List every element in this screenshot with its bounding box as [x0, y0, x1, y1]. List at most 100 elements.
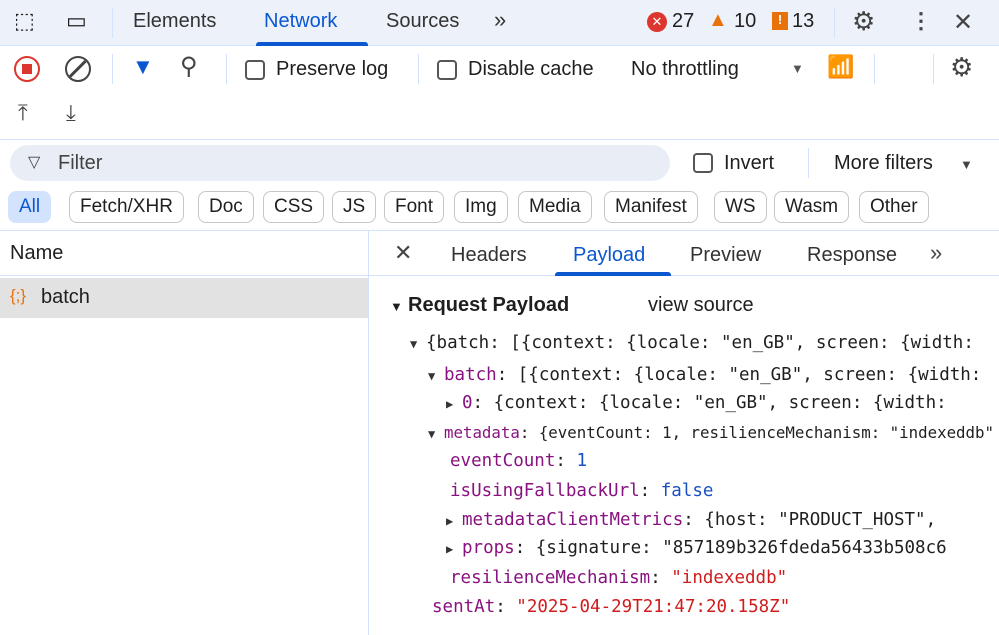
more-filters-button[interactable]: More filters: [834, 152, 933, 175]
filter-chip-img[interactable]: Img: [454, 191, 508, 223]
tree-key: batch: [444, 365, 497, 385]
invert-checkbox[interactable]: [693, 153, 713, 173]
view-source-link[interactable]: view source: [648, 294, 754, 317]
divider: [112, 8, 113, 38]
expanded-triangle-icon[interactable]: ▼: [410, 337, 426, 351]
request-payload-title[interactable]: Request Payload: [408, 294, 569, 317]
filter-chip-ws[interactable]: WS: [714, 191, 767, 223]
filter-placeholder: Filter: [58, 152, 103, 174]
tree-key: 0: [462, 393, 473, 413]
tree-key: metadata: [444, 423, 520, 442]
pane-divider[interactable]: [368, 230, 369, 635]
search-icon[interactable]: ⚲: [180, 52, 198, 81]
tree-node[interactable]: ▼ batch: [{context: {locale: "en_GB", scr…: [428, 365, 981, 385]
tree-value: {signature: "857189b326fdeda56433b508c6: [535, 538, 947, 558]
collapsed-triangle-icon[interactable]: ▶: [446, 514, 462, 528]
tree-node[interactable]: ▼ metadata: {eventCount: 1, resilienceMec…: [428, 423, 994, 442]
disable-cache-label[interactable]: Disable cache: [468, 58, 594, 81]
error-count[interactable]: 27: [672, 10, 694, 33]
tree-key: resilienceMechanism: [450, 568, 651, 588]
filter-input[interactable]: ▽ Filter: [10, 145, 670, 181]
tree-value: {host: "PRODUCT_HOST",: [704, 510, 937, 530]
tab-preview[interactable]: Preview: [690, 244, 761, 267]
tree-node[interactable]: ▼ {batch: [{context: {locale: "en_GB", sc…: [410, 333, 974, 353]
warning-count[interactable]: 10: [734, 10, 756, 33]
collapsed-triangle-icon[interactable]: ▶: [446, 397, 462, 411]
preserve-log-label[interactable]: Preserve log: [276, 58, 388, 81]
filter-chip-media[interactable]: Media: [518, 191, 592, 223]
divider: [874, 54, 875, 84]
column-name-header[interactable]: Name: [10, 242, 63, 265]
filter-chip-manifest[interactable]: Manifest: [604, 191, 698, 223]
devtools-tabbar: ⬚ ▭ Elements Network Sources » ✕ 27 ▲ 10…: [0, 0, 999, 46]
issue-count[interactable]: 13: [792, 10, 814, 33]
expanded-triangle-icon[interactable]: ▼: [428, 369, 444, 383]
import-har-icon[interactable]: ⤒: [18, 100, 28, 126]
collapse-section-icon[interactable]: ▼: [390, 299, 403, 314]
error-icon[interactable]: ✕: [647, 12, 667, 32]
table-row[interactable]: {;} batch: [0, 278, 368, 318]
tab-payload[interactable]: Payload: [573, 244, 645, 267]
more-detail-tabs-icon[interactable]: »: [930, 240, 942, 266]
export-har-icon[interactable]: ⤓: [66, 100, 76, 126]
network-toolbar: ▼ ⚲ Preserve log Disable cache No thrott…: [0, 46, 999, 140]
preserve-log-checkbox[interactable]: [245, 60, 265, 80]
tab-headers[interactable]: Headers: [451, 244, 527, 267]
tree-node[interactable]: ▶ 0: {context: {locale: "en_GB", screen: …: [446, 393, 947, 413]
tree-value: {batch: [{context: {locale: "en_GB", scr…: [426, 333, 974, 353]
warning-icon[interactable]: ▲: [708, 9, 728, 32]
divider: [226, 54, 227, 84]
device-toolbar-icon[interactable]: ▭: [66, 8, 87, 34]
filter-chip-other[interactable]: Other: [859, 191, 929, 223]
filter-chip-all[interactable]: All: [8, 191, 52, 223]
filter-chip-wasm[interactable]: Wasm: [774, 191, 850, 223]
issue-icon[interactable]: !: [772, 12, 788, 30]
filter-chip-fetchxhr[interactable]: Fetch/XHR: [69, 191, 184, 223]
tree-value: {eventCount: 1, resilienceMechanism: "in…: [538, 423, 994, 442]
throttling-select[interactable]: No throttling: [631, 58, 739, 81]
more-options-icon[interactable]: ⋮: [910, 8, 932, 34]
filter-chip-font[interactable]: Font: [384, 191, 445, 223]
filter-chip-js[interactable]: JS: [332, 191, 377, 223]
network-conditions-icon[interactable]: 📶: [827, 54, 854, 80]
tab-response[interactable]: Response: [807, 244, 897, 267]
inspect-element-icon[interactable]: ⬚: [14, 8, 35, 34]
tree-key: metadataClientMetrics: [462, 510, 684, 530]
tree-node[interactable]: ▶ props: {signature: "857189b326fdeda5643…: [446, 538, 947, 558]
tree-node: isUsingFallbackUrl: false: [450, 481, 714, 501]
tree-key: props: [462, 538, 515, 558]
tree-value: "indexeddb": [671, 568, 788, 588]
divider: [418, 54, 419, 84]
record-stop-icon[interactable]: [14, 56, 40, 82]
tree-node: sentAt: "2025-04-29T21:47:20.158Z": [432, 597, 791, 617]
disable-cache-checkbox[interactable]: [437, 60, 457, 80]
invert-label[interactable]: Invert: [724, 152, 774, 175]
close-detail-icon[interactable]: ✕: [394, 240, 412, 266]
tree-key: eventCount: [450, 451, 556, 471]
filter-icon[interactable]: ▼: [132, 54, 154, 80]
settings-gear-icon[interactable]: ⚙: [852, 6, 875, 37]
tree-key: isUsingFallbackUrl: [450, 481, 640, 501]
tree-value: false: [660, 481, 714, 501]
divider: [112, 54, 113, 84]
xhr-icon: {;}: [10, 286, 27, 305]
payload-tab-indicator: [555, 272, 671, 276]
collapsed-triangle-icon[interactable]: ▶: [446, 542, 462, 556]
close-devtools-icon[interactable]: ✕: [953, 8, 973, 37]
chevron-down-icon[interactable]: ▼: [791, 61, 804, 76]
filter-chip-doc[interactable]: Doc: [198, 191, 254, 223]
tree-node[interactable]: ▶ metadataClientMetrics: {host: "PRODUCT_…: [446, 510, 936, 530]
tab-sources[interactable]: Sources: [386, 10, 459, 33]
tree-value: {context: {locale: "en_GB", screen: {wid…: [493, 393, 947, 413]
filter-funnel-icon: ▽: [28, 154, 41, 171]
tree-key: sentAt: [432, 597, 496, 617]
clear-icon[interactable]: [65, 56, 91, 82]
divider: [834, 8, 835, 38]
tab-network[interactable]: Network: [264, 10, 337, 33]
expanded-triangle-icon[interactable]: ▼: [428, 427, 444, 441]
request-name[interactable]: batch: [41, 286, 90, 309]
filter-chip-css[interactable]: CSS: [263, 191, 325, 223]
tab-elements[interactable]: Elements: [133, 10, 216, 33]
network-settings-gear-icon[interactable]: ⚙: [950, 52, 973, 83]
more-tabs-icon[interactable]: »: [494, 7, 506, 33]
